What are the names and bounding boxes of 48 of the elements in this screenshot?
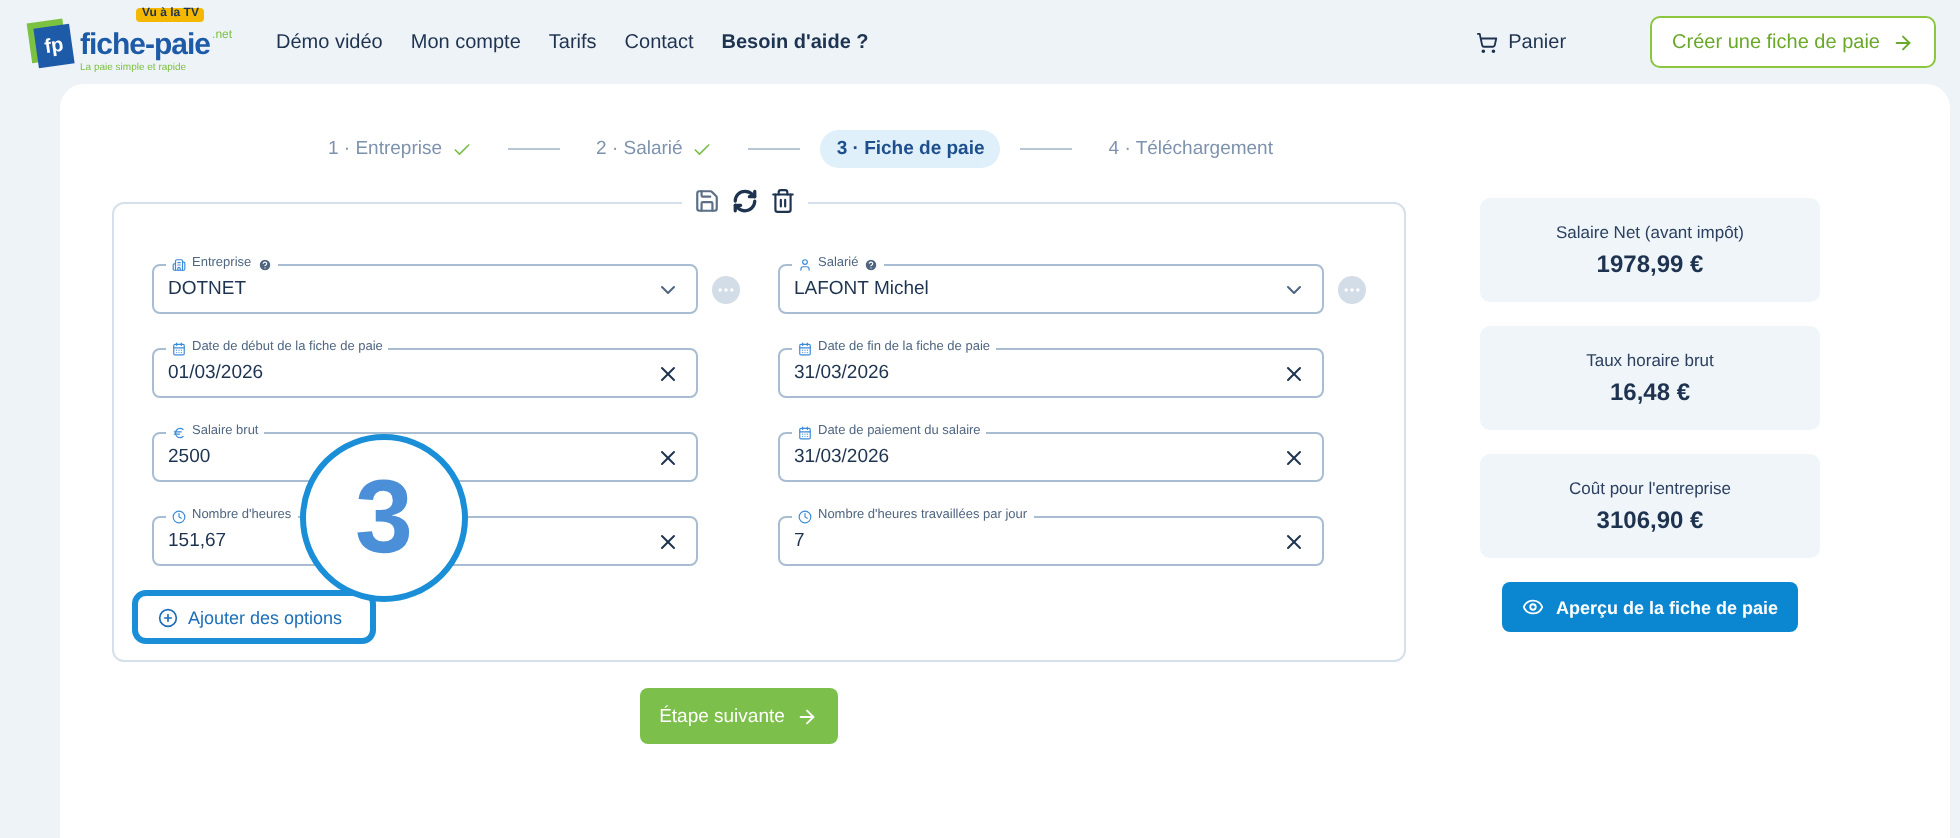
preview-button[interactable]: Aperçu de la fiche de paie: [1501, 582, 1799, 632]
arrow-right-icon: [1892, 31, 1914, 53]
refresh-icon[interactable]: [732, 188, 758, 214]
field-value[interactable]: 7: [794, 530, 1282, 552]
summary-value: 3106,90 €: [1596, 506, 1704, 534]
help-icon[interactable]: [257, 257, 272, 271]
clear-icon[interactable]: [656, 445, 680, 469]
nav-link[interactable]: Démo vidéo: [276, 31, 383, 53]
building-icon: [172, 257, 186, 271]
summary-label: Salaire Net (avant impôt): [1555, 222, 1744, 242]
field-value[interactable]: LAFONT Michel: [794, 278, 1282, 300]
arrow-right-icon: [796, 705, 819, 727]
clear-icon[interactable]: [656, 361, 680, 385]
nav-link[interactable]: Mon compte: [410, 31, 521, 53]
step-number-callout: 3: [300, 434, 468, 602]
calendar-icon: [172, 341, 186, 355]
clear-icon[interactable]: [1282, 445, 1306, 469]
nav-link[interactable]: Contact: [624, 31, 694, 53]
save-icon[interactable]: [694, 188, 720, 214]
clock-icon: [798, 509, 812, 523]
euro-icon: [172, 425, 186, 439]
trash-icon[interactable]: [770, 188, 796, 214]
cart-link[interactable]: Panier: [1476, 31, 1567, 53]
logo-mark: fp: [33, 23, 75, 69]
person-icon: [798, 257, 812, 271]
summary-value: 1978,99 €: [1596, 250, 1704, 278]
add-options-link[interactable]: Ajouter des options: [132, 590, 377, 644]
field-value[interactable]: 31/03/2026: [794, 362, 1282, 384]
cart-icon: [1476, 31, 1499, 53]
summary-label: Taux horaire brut: [1586, 350, 1714, 370]
eye-icon: [1521, 596, 1544, 618]
clear-icon[interactable]: [656, 529, 680, 553]
summary-label: Coût pour l'entreprise: [1569, 478, 1731, 498]
field-value[interactable]: 01/03/2026: [168, 362, 656, 384]
field-value[interactable]: 31/03/2026: [794, 446, 1282, 468]
summary-value: 16,48 €: [1609, 378, 1691, 406]
nav-link[interactable]: Besoin d'aide ?: [721, 31, 869, 53]
nav-link[interactable]: Tarifs: [548, 31, 597, 53]
plus-circle-icon: [158, 607, 178, 627]
calendar-icon: [798, 341, 812, 355]
clear-icon[interactable]: [1282, 529, 1306, 553]
clock-icon: [172, 509, 186, 523]
clear-icon[interactable]: [1282, 361, 1306, 385]
field-value[interactable]: DOTNET: [168, 278, 656, 300]
help-icon[interactable]: [864, 257, 879, 271]
step-tab[interactable]: 3 · Fiche de paie: [820, 130, 1001, 168]
logo-name[interactable]: fiche-paie: [80, 30, 211, 62]
calendar-icon: [798, 425, 812, 439]
